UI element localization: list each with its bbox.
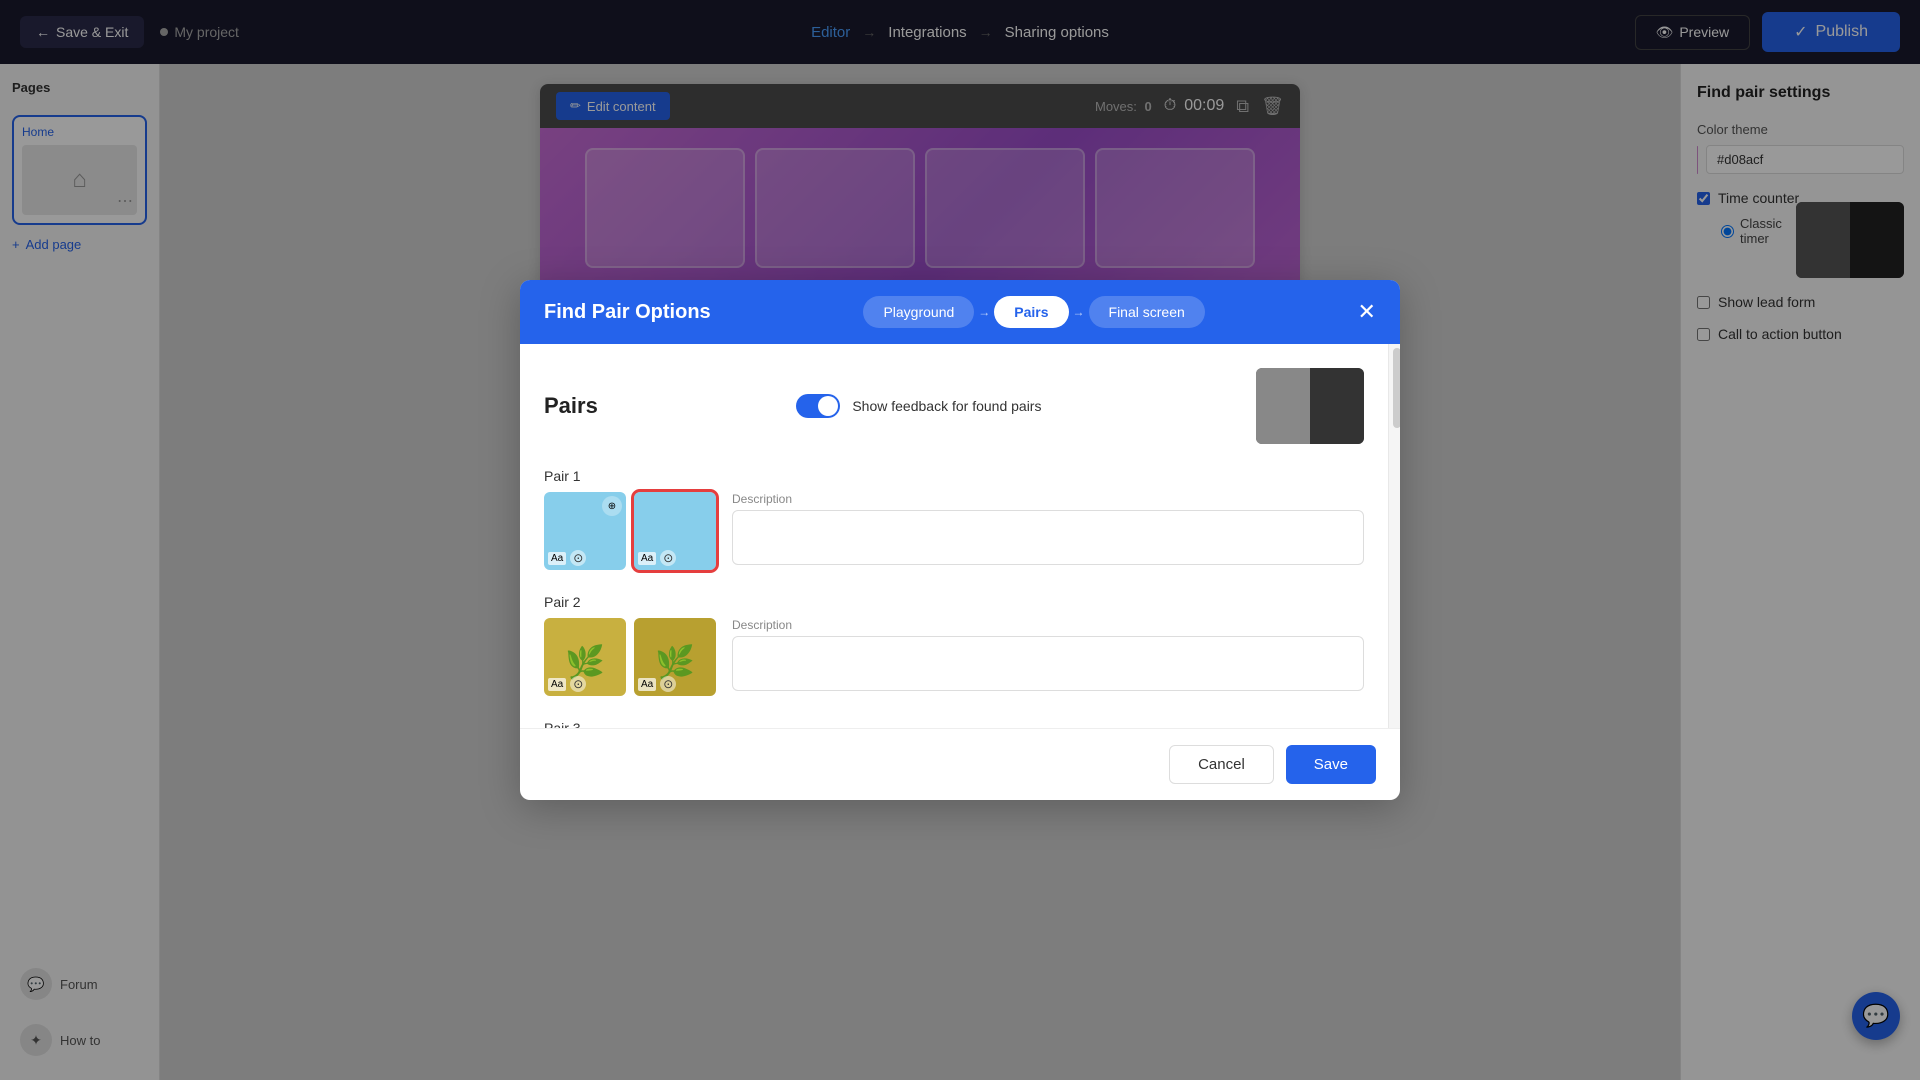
modal-body: Pairs Show feedback for found pairs [520,344,1400,728]
img-icon-2: ⊙ [660,550,676,566]
feedback-label: Show feedback for found pairs [852,398,1041,414]
feedback-toggle: Show feedback for found pairs [796,394,1041,418]
cancel-button[interactable]: Cancel [1169,745,1274,784]
modal-title: Find Pair Options [544,301,711,324]
img-badge-4: Aa [638,678,656,691]
pair-1-section: Pair 1 Aa ⊙ ⊕ [544,468,1364,574]
pair-2-img-1[interactable]: Aa ⊙ 🌿 [544,618,626,696]
pair-1-img-1[interactable]: Aa ⊙ ⊕ [544,492,626,570]
pair-1-images: Aa ⊙ ⊕ Aa ⊙ ← [544,492,716,570]
pair-3-label: Pair 3 [544,720,1364,728]
pairs-title: Pairs [544,393,598,419]
pair-2-desc-label: Description [732,618,1364,632]
pairs-header: Pairs Show feedback for found pairs [544,368,1364,444]
find-pair-modal: Find Pair Options Playground → Pairs → F… [520,280,1400,800]
img-icon-4: ⊙ [660,676,676,692]
img-icon-1: ⊙ [570,550,586,566]
img-badge-3: Aa [548,678,566,691]
pair-2-description-input[interactable] [732,636,1364,691]
pair-1-desc-label: Description [732,492,1364,506]
modal-steps: Playground → Pairs → Final screen [863,296,1204,328]
pair-2-img-2[interactable]: Aa ⊙ 🌿 [634,618,716,696]
feedback-toggle-switch[interactable] [796,394,840,418]
img-badge-1: Aa [548,552,566,565]
pair-img-overlay-1: ⊕ [602,496,622,516]
step-arrow-1: → [978,305,990,319]
pair-1-label: Pair 1 [544,468,1364,484]
pair-2-images: Aa ⊙ 🌿 Aa ⊙ 🌿 [544,618,716,696]
car-preview-image [1256,368,1364,444]
pair-1-description-input[interactable] [732,510,1364,565]
modal-step-playground[interactable]: Playground [863,296,974,328]
modal-scrollbar[interactable] [1388,344,1400,728]
modal-content: Pairs Show feedback for found pairs [520,344,1388,728]
modal-header: Find Pair Options Playground → Pairs → F… [520,280,1400,344]
img-icon-3: ⊙ [570,676,586,692]
modal-footer: Cancel Save [520,728,1400,800]
step-arrow-2: → [1073,305,1085,319]
modal-close-button[interactable]: ✕ [1358,301,1376,323]
pair-2-section: Pair 2 Aa ⊙ 🌿 [544,594,1364,700]
scrollbar-thumb [1393,348,1400,428]
toggle-knob [818,396,838,416]
pair-2-label: Pair 2 [544,594,1364,610]
pair-1-img-2[interactable]: Aa ⊙ ← [634,492,716,570]
pair-3-section: Pair 3 Description [544,720,1364,728]
modal-step-final[interactable]: Final screen [1089,296,1205,328]
pair-2-desc-container: Description [732,618,1364,696]
save-button[interactable]: Save [1286,745,1376,784]
modal-backdrop[interactable]: Find Pair Options Playground → Pairs → F… [0,0,1920,1080]
modal-step-pairs[interactable]: Pairs [994,296,1068,328]
pair-1-desc-container: Description [732,492,1364,570]
img-badge-2: Aa [638,552,656,565]
